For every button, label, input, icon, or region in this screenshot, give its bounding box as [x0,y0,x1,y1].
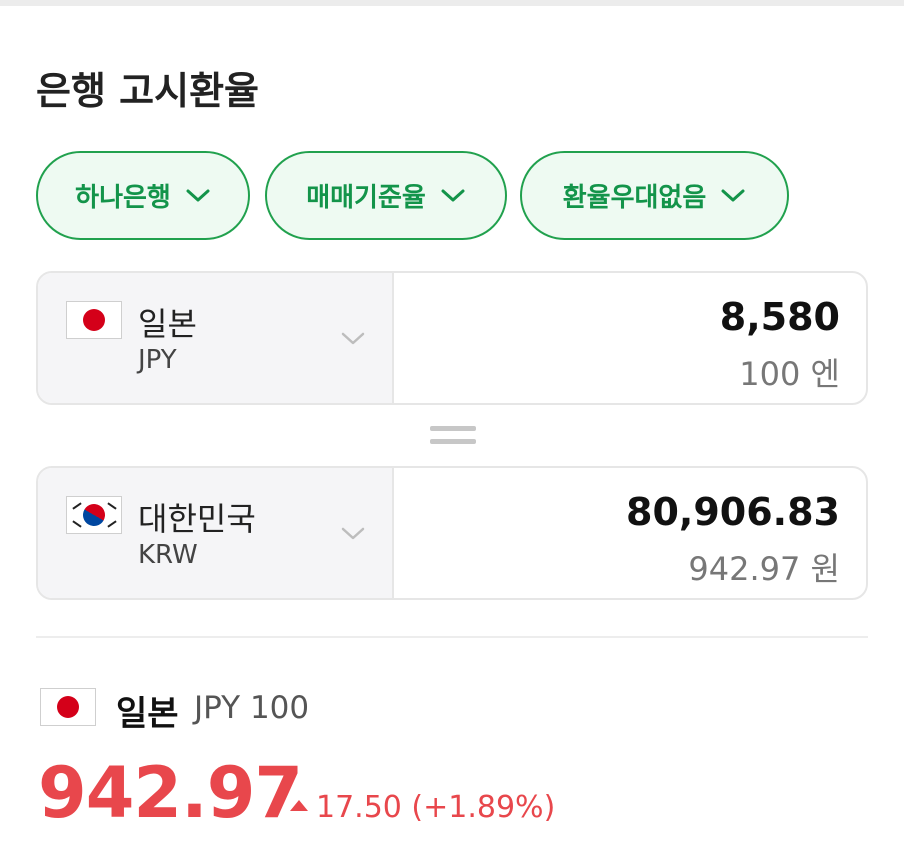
chevron-down-icon [441,189,465,201]
japan-flag-icon [66,301,122,339]
summary-country-name: 일본 [116,694,179,734]
from-currency-select[interactable]: 일본 JPY [38,273,394,403]
chevron-down-icon [186,189,210,201]
rate-change-text: 17.50 (+1.89%) [316,790,556,825]
top-bar [0,0,904,6]
to-currency-card: 대한민국 KRW 80,906.83 942.97 원 [36,466,868,600]
rate-type-select-button[interactable]: 매매기준율 [265,151,507,240]
summary-currency-unit: JPY 100 [194,690,310,726]
chevron-down-icon [721,189,745,201]
korea-flag-icon [66,496,122,534]
rate-type-select-label: 매매기준율 [306,183,426,213]
to-currency-code: KRW [138,540,198,570]
to-country-name: 대한민국 [138,500,256,538]
bank-select-label: 하나은행 [75,183,171,213]
chevron-down-icon [341,527,365,540]
from-country-name: 일본 [138,305,197,343]
preferential-rate-select-label: 환율우대없음 [562,183,707,213]
from-amount-unit: 100 엔 [739,355,840,393]
japan-flag-icon [40,688,96,726]
up-arrow-icon [290,800,308,811]
rate-change: 17.50 (+1.89%) [290,790,555,825]
exchange-rate-value: 942.97 [38,752,303,834]
from-currency-card: 일본 JPY 8,580 100 엔 [36,271,868,405]
from-currency-code: JPY [138,345,177,375]
equals-icon [430,426,476,446]
to-currency-select[interactable]: 대한민국 KRW [38,468,394,598]
from-amount-input[interactable]: 8,580 [720,295,840,339]
to-amount-unit: 942.97 원 [688,550,840,588]
page-title: 은행 고시환율 [36,69,259,113]
section-divider [36,636,868,638]
preferential-rate-select-button[interactable]: 환율우대없음 [520,151,789,240]
bank-select-button[interactable]: 하나은행 [36,151,250,240]
to-amount-value[interactable]: 80,906.83 [626,490,840,534]
chevron-down-icon [341,332,365,345]
